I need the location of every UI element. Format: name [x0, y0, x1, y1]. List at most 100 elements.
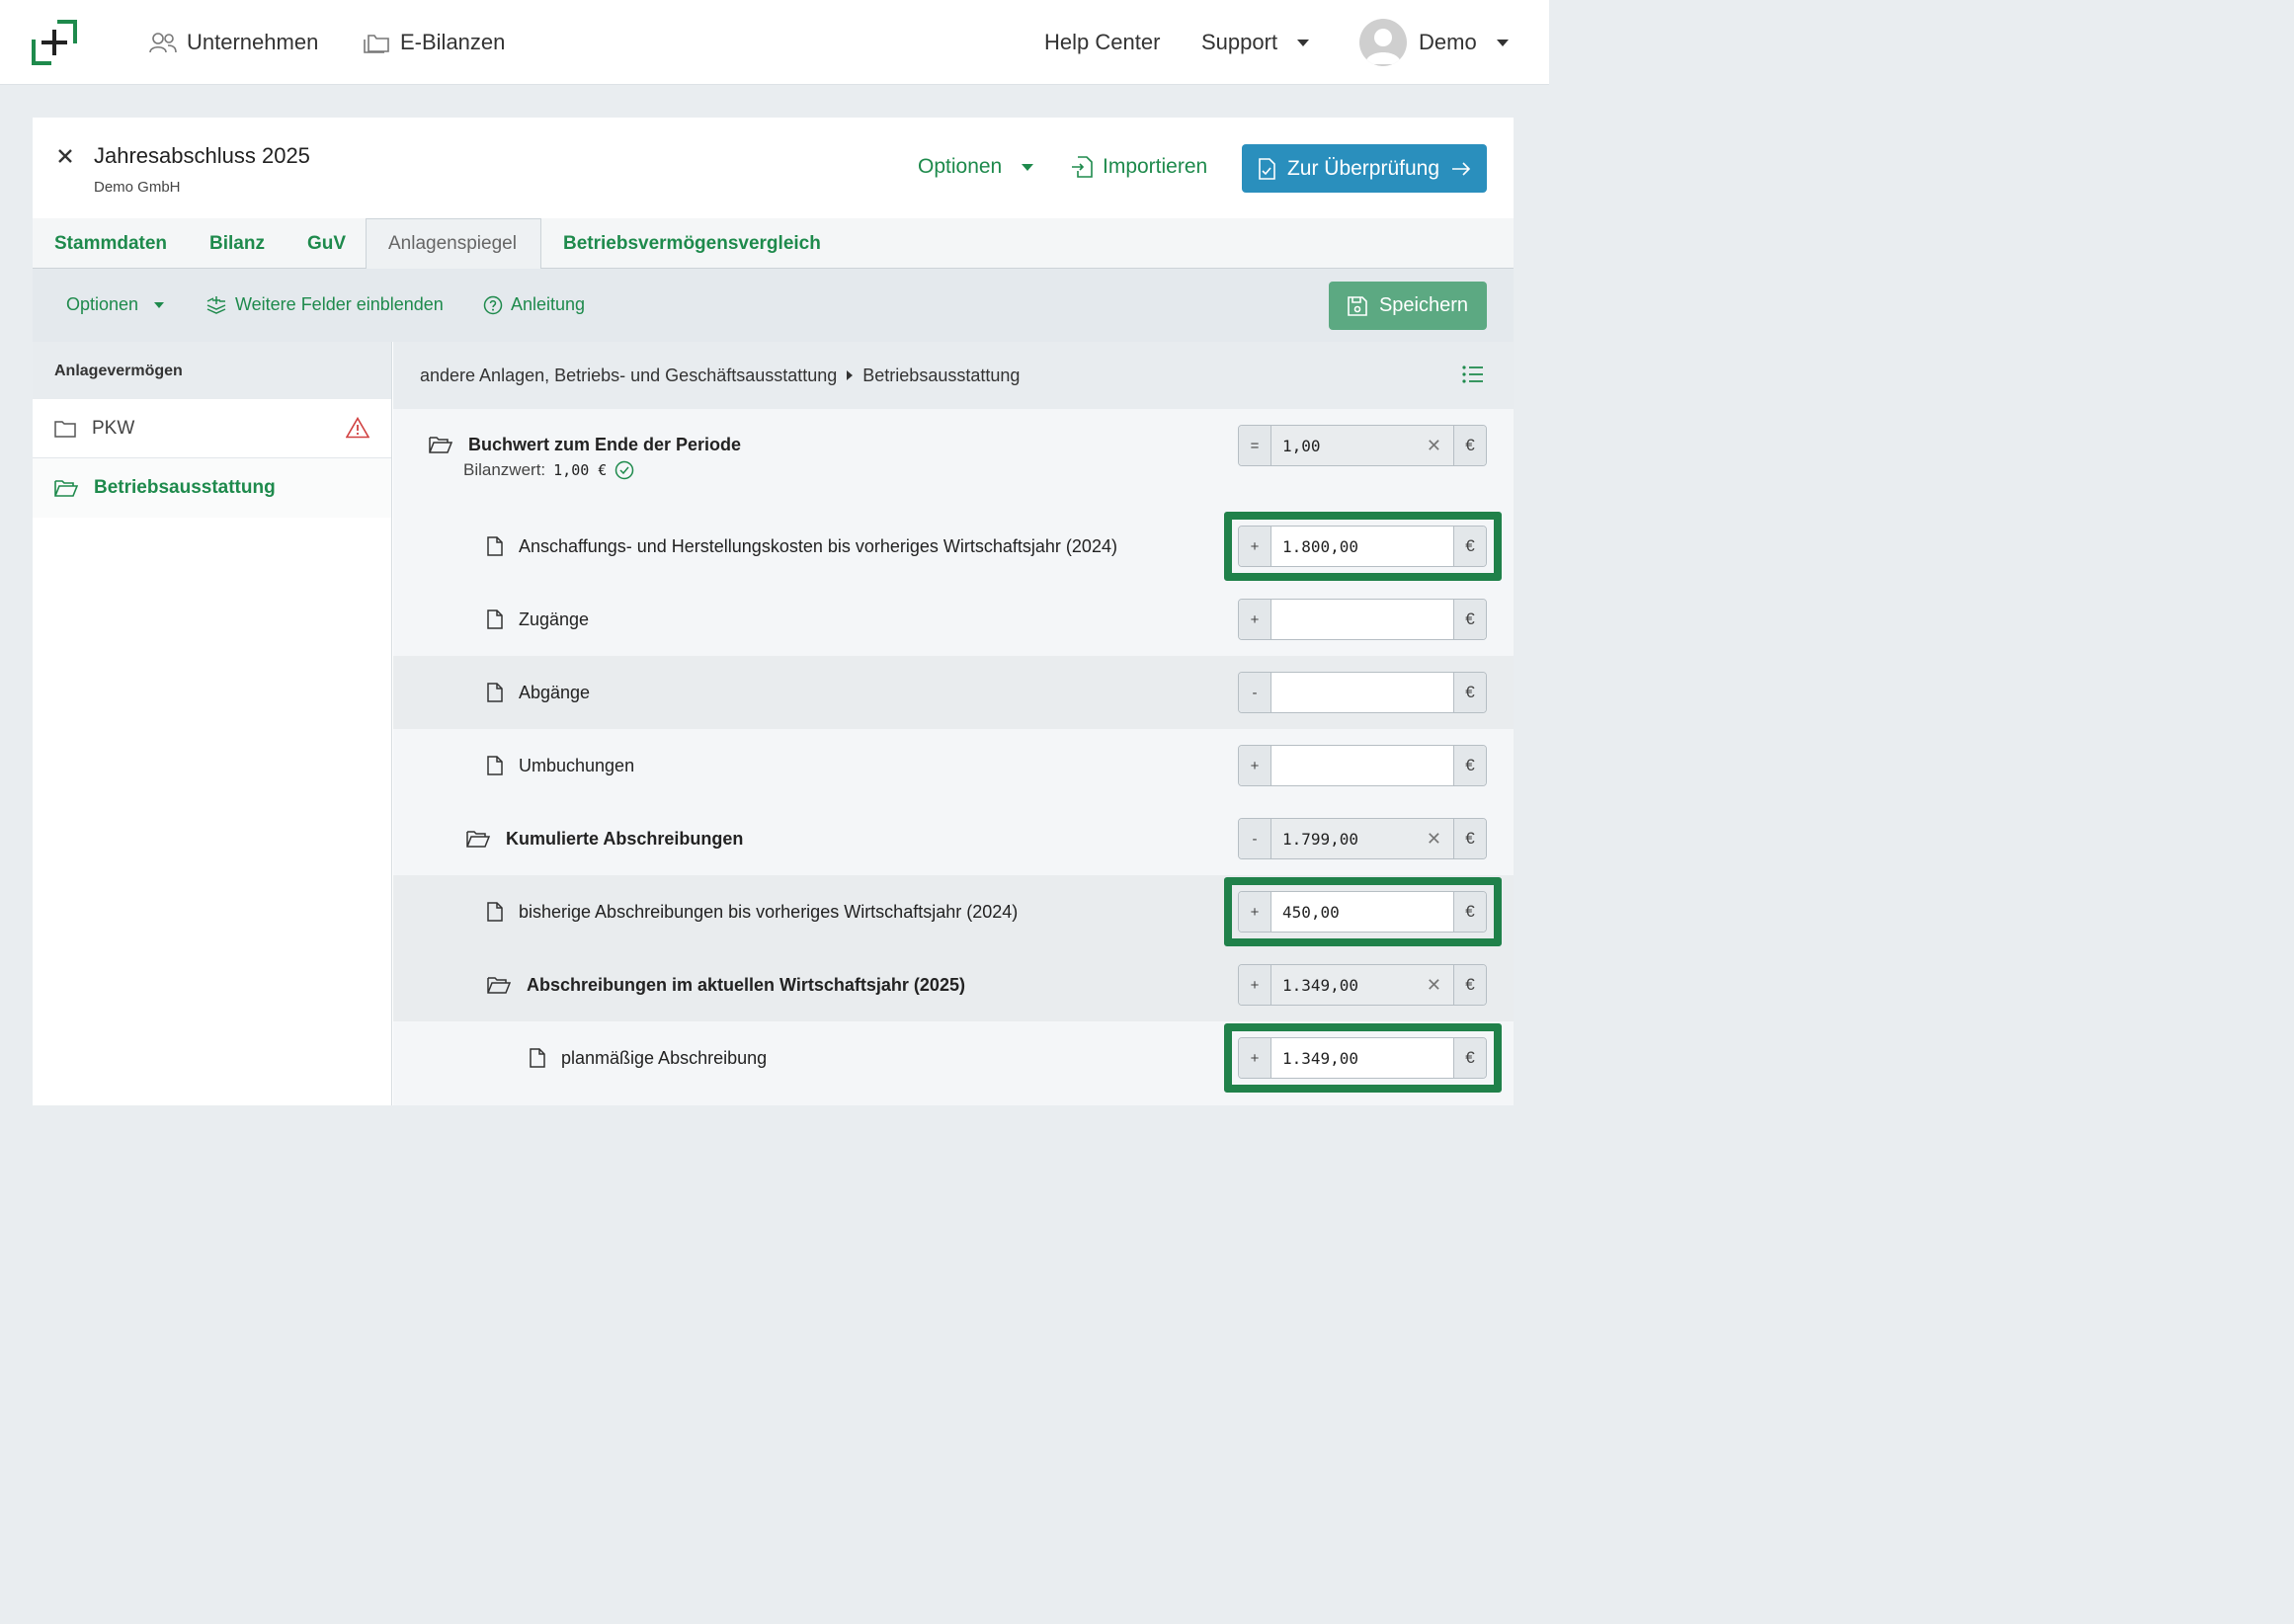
arrow-right-icon [1452, 161, 1471, 176]
import-button[interactable]: Importieren [1071, 155, 1207, 179]
list-icon[interactable] [1462, 365, 1484, 388]
save-icon [1348, 295, 1367, 316]
amount-field[interactable]: = 1,00 ✕ € [1238, 425, 1487, 466]
row-title: bisherige Abschreibungen bis vorheriges … [519, 901, 1019, 922]
save-label: Speichern [1378, 294, 1469, 316]
row-title: planmäßige Abschreibung [561, 1047, 768, 1068]
options-label: Optionen [918, 155, 1003, 178]
amount-value[interactable]: 1,00 ✕ [1271, 426, 1453, 465]
clear-icon[interactable]: ✕ [1427, 436, 1441, 456]
row-label: planmäßige Abschreibung [530, 1021, 767, 1095]
folder-open-icon [54, 480, 78, 497]
sign-indicator: + [1239, 1038, 1271, 1078]
amount-value[interactable]: 1.349,00 [1271, 1038, 1453, 1078]
sign-indicator: + [1239, 892, 1271, 932]
nav-e-bilanzen[interactable]: E-Bilanzen [363, 28, 505, 57]
caret-down-icon [1022, 163, 1034, 171]
show-more-fields-button[interactable]: Weitere Felder einblenden [205, 294, 444, 315]
amount-field[interactable]: + 1.800,00 € [1238, 526, 1487, 567]
document-card: Jahresabschluss 2025 Demo GmbH Optionen … [33, 118, 1514, 1105]
tab-betriebsvermoegensvergleich[interactable]: Betriebsvermögensvergleich [563, 218, 821, 269]
nav-help-center[interactable]: Help Center [1044, 28, 1160, 57]
amount-value[interactable] [1271, 673, 1453, 712]
caret-down-icon [1496, 39, 1509, 46]
amount-field[interactable]: + 1.349,00 ✕ € [1238, 964, 1487, 1006]
review-label: Zur Überprüfung [1286, 156, 1440, 180]
company-name: Demo GmbH [94, 179, 181, 196]
review-button[interactable]: Zur Überprüfung [1242, 144, 1487, 193]
file-icon [487, 756, 503, 775]
import-icon [1072, 156, 1093, 178]
toolbar-options-label: Optionen [66, 294, 139, 314]
breadcrumb: andere Anlagen, Betriebs- und Geschäftsa… [393, 342, 1514, 409]
row-bisherige-abschreibungen: bisherige Abschreibungen bis vorheriges … [393, 875, 1514, 948]
sign-indicator: + [1239, 965, 1271, 1005]
row-title: Abgänge [519, 682, 591, 702]
save-button[interactable]: Speichern [1329, 282, 1487, 330]
nav-support-dropdown[interactable]: Support [1201, 28, 1310, 57]
row-planmaessige-abschreibung: planmäßige Abschreibung + 1.349,00 € [393, 1021, 1514, 1095]
clear-icon[interactable]: ✕ [1427, 829, 1441, 850]
caret-right-icon [847, 370, 854, 380]
help-circle-icon [483, 295, 503, 314]
clear-icon[interactable]: ✕ [1427, 975, 1441, 996]
amount-field[interactable]: + 1.349,00 € [1238, 1037, 1487, 1079]
currency-label: € [1453, 746, 1486, 785]
nav-e-bilanzen-label: E-Bilanzen [400, 30, 506, 54]
folders-icon [364, 35, 389, 53]
amount-field[interactable]: - 1.799,00 ✕ € [1238, 818, 1487, 859]
currency-label: € [1453, 673, 1486, 712]
amount-field[interactable]: + € [1238, 599, 1487, 640]
user-name: Demo [1419, 30, 1477, 54]
tab-bilanz[interactable]: Bilanz [209, 218, 265, 269]
nav-unternehmen-label: Unternehmen [187, 30, 319, 54]
document-check-icon [1259, 157, 1275, 180]
user-menu[interactable]: Demo [1359, 19, 1509, 66]
row-umbuchungen: Umbuchungen + € [393, 729, 1514, 802]
row-zugaenge: Zugänge + € [393, 583, 1514, 656]
amount-value[interactable]: 1.800,00 [1271, 527, 1453, 566]
currency-label: € [1453, 1038, 1486, 1078]
tab-guv[interactable]: GuV [307, 218, 346, 269]
avatar [1359, 19, 1407, 66]
file-icon [487, 902, 503, 922]
amount-value[interactable] [1271, 746, 1453, 785]
currency-label: € [1453, 819, 1486, 858]
amount-value[interactable] [1271, 600, 1453, 639]
amount-value[interactable]: 1.799,00 ✕ [1271, 819, 1453, 858]
row-title: Abschreibungen im aktuellen Wirtschaftsj… [527, 974, 965, 995]
sign-indicator: + [1239, 527, 1271, 566]
sidebar-item-betriebsausstattung[interactable]: Betriebsausstattung [33, 458, 391, 518]
breadcrumb-parent[interactable]: andere Anlagen, Betriebs- und Geschäftsa… [420, 365, 837, 386]
app-logo[interactable] [32, 20, 77, 65]
row-title: Anschaffungs- und Herstellungskosten bis… [519, 535, 1117, 556]
guide-link[interactable]: Anleitung [483, 294, 585, 315]
sign-indicator: = [1239, 426, 1271, 465]
amount-field[interactable]: + 450,00 € [1238, 891, 1487, 933]
nav-unternehmen[interactable]: Unternehmen [149, 28, 318, 57]
currency-label: € [1453, 600, 1486, 639]
users-icon [149, 33, 177, 53]
close-icon[interactable] [56, 145, 74, 171]
tab-stammdaten[interactable]: Stammdaten [54, 218, 167, 269]
caret-down-icon [154, 301, 165, 308]
layers-plus-icon [206, 295, 226, 314]
amount-value[interactable]: 1.349,00 ✕ [1271, 965, 1453, 1005]
amount-field[interactable]: - € [1238, 672, 1487, 713]
sidebar-item-pkw[interactable]: PKW [33, 399, 391, 458]
amount-field[interactable]: + € [1238, 745, 1487, 786]
row-label: Abgänge [487, 656, 590, 729]
guide-label: Anleitung [511, 294, 586, 314]
tab-anlagenspiegel[interactable]: Anlagenspiegel [366, 218, 541, 270]
show-more-fields-label: Weitere Felder einblenden [235, 294, 444, 314]
row-abgaenge: Abgänge - € [393, 656, 1514, 729]
sidebar-item-label: PKW [92, 417, 135, 439]
folder-icon [54, 420, 76, 438]
row-buchwert: Buchwert zum Ende der Periode Bilanzwert… [393, 409, 1514, 510]
toolbar-options-dropdown[interactable]: Optionen [66, 294, 165, 315]
row-label: bisherige Abschreibungen bis vorheriges … [487, 875, 1018, 948]
amount-value[interactable]: 450,00 [1271, 892, 1453, 932]
toolbar: Optionen Weitere Felder einblenden Anlei… [33, 269, 1514, 342]
sign-indicator: + [1239, 600, 1271, 639]
options-dropdown[interactable]: Optionen [918, 155, 1034, 179]
